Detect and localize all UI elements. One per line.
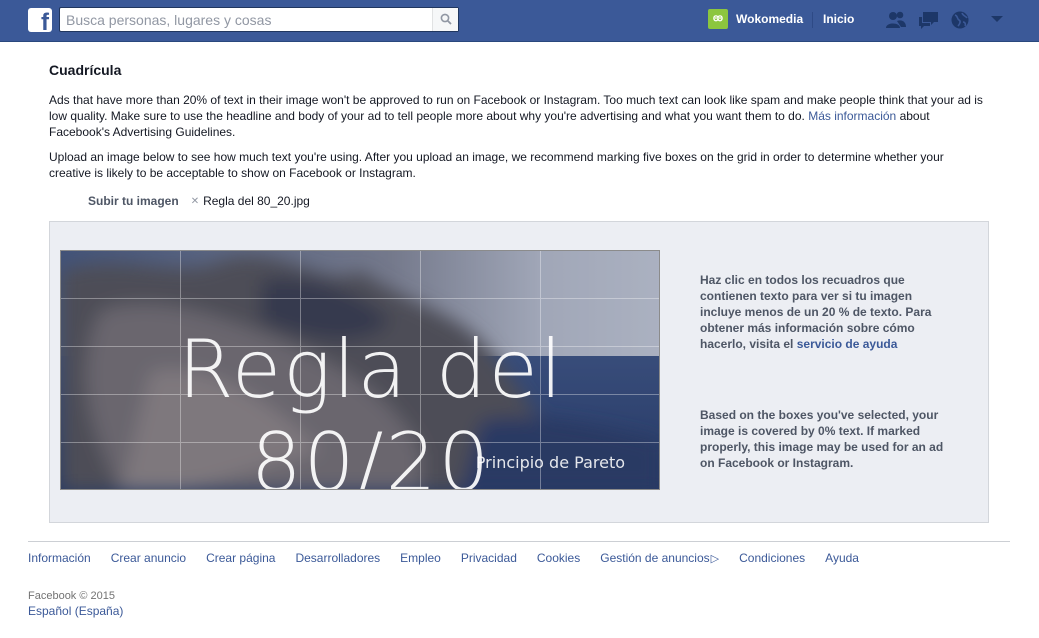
search-input[interactable] [60,8,430,31]
adchoices-icon: ▷ [710,553,720,565]
grid-cell[interactable] [541,443,659,489]
copyright: Facebook © 2015 [28,590,115,602]
intro-paragraph: Ads that have more than 20% of text in t… [49,92,989,140]
page-title: Cuadrícula [49,62,122,78]
footer-link-privacy[interactable]: Privacidad [461,551,517,565]
grid-cell[interactable] [421,347,541,395]
help-center-link[interactable]: servicio de ayuda [797,337,898,351]
profile-name: Wokomedia [736,12,804,26]
search-button[interactable] [432,8,458,31]
grid-cell[interactable] [301,299,421,347]
footer-link-ad-choices-label: Gestión de anuncios [600,551,710,565]
upload-instructions: Upload an image below to see how much te… [49,150,944,180]
footer-link-information[interactable]: Información [28,551,91,565]
footer-link-ad-choices[interactable]: Gestión de anuncios▷ [600,551,719,565]
grid-cell[interactable] [421,443,541,489]
footer-divider [28,541,1010,542]
search-box [59,7,459,32]
grid-cell[interactable] [541,251,659,299]
grid-cell[interactable] [301,251,421,299]
grid-cell[interactable] [421,251,541,299]
ad-image-preview: Regla del 80/20 Principio de Pareto [60,250,660,490]
grid-cell[interactable] [181,251,301,299]
uploaded-file-name: Regla del 80_20.jpg [203,194,310,208]
top-navigation-bar: f ꙭ Wokomedia Inicio [0,0,1039,42]
footer-link-cookies[interactable]: Cookies [537,551,580,565]
avatar: ꙭ [708,9,728,29]
notifications-globe-icon[interactable] [949,10,971,30]
footer-links: Información Crear anuncio Crear página D… [28,551,879,565]
grid-cell[interactable] [541,347,659,395]
grid-cell[interactable] [421,395,541,443]
footer-link-help[interactable]: Ayuda [825,551,859,565]
grid-cell[interactable] [181,443,301,489]
footer-link-create-page[interactable]: Crear página [206,551,275,565]
grid-cell[interactable] [181,347,301,395]
footer-link-terms[interactable]: Condiciones [739,551,805,565]
more-info-link[interactable]: Más información [808,109,896,123]
grid-cell[interactable] [301,395,421,443]
upload-image-button[interactable]: Subir tu imagen [88,194,179,208]
grid-cell[interactable] [541,299,659,347]
grid-cell[interactable] [541,395,659,443]
footer-link-developers[interactable]: Desarrolladores [295,551,380,565]
content-header: Cuadrícula [49,62,989,78]
nav-divider [812,12,813,28]
grid-cell[interactable] [61,251,181,299]
upload-row: Subir tu imagen ✕ Regla del 80_20.jpg [88,194,310,208]
grid-cell[interactable] [61,395,181,443]
chevron-down-icon[interactable] [990,13,1004,25]
home-link[interactable]: Inicio [823,12,854,26]
grid-cell[interactable] [61,299,181,347]
facebook-logo-icon[interactable]: f [28,8,52,32]
footer-link-careers[interactable]: Empleo [400,551,441,565]
grid-cell[interactable] [181,395,301,443]
language-selector[interactable]: Español (España) [28,604,123,618]
grid-result-text: Based on the boxes you've selected, your… [700,408,944,470]
messages-icon[interactable] [918,10,940,30]
grid-cell[interactable] [301,443,421,489]
search-icon [440,13,452,25]
grid-cell[interactable] [181,299,301,347]
grid-cell[interactable] [421,299,541,347]
grid-cell[interactable] [61,443,181,489]
profile-link[interactable]: ꙭ Wokomedia [708,9,803,29]
grid-cell[interactable] [61,347,181,395]
grid-cell[interactable] [301,347,421,395]
remove-file-icon[interactable]: ✕ [191,196,199,207]
footer-link-create-ad[interactable]: Crear anuncio [111,551,186,565]
grid-instructions: Haz clic en todos los recuadros que cont… [700,272,950,352]
friend-requests-icon[interactable] [885,10,907,30]
